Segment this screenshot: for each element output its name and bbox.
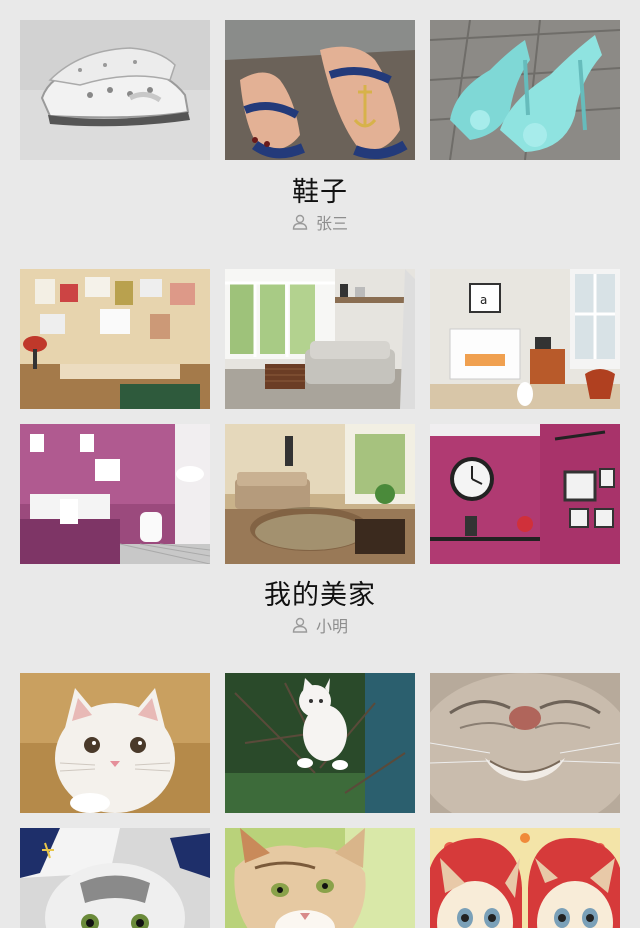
- album-card[interactable]: a 我的美家 小明: [0, 250, 640, 660]
- photo-thumbnail-living-room[interactable]: [225, 269, 415, 409]
- album-author[interactable]: 小明: [0, 613, 640, 637]
- album-feed: 鞋子 张三 a 我的美家 小明: [0, 0, 640, 928]
- photo-thumbnail-fireplace-room[interactable]: a: [430, 269, 620, 409]
- person-icon: [292, 214, 308, 230]
- photo-thumbnail-lounge[interactable]: [225, 424, 415, 564]
- album-title[interactable]: 鞋子: [0, 170, 640, 209]
- album-card[interactable]: 鞋子 张三: [0, 0, 640, 250]
- photo-thumbnail-sneakers[interactable]: [20, 20, 210, 160]
- photo-thumbnail-clock-wall[interactable]: [430, 424, 620, 564]
- svg-text:a: a: [480, 293, 487, 307]
- photo-thumbnail-cartoon-cats[interactable]: [430, 828, 620, 928]
- photo-thumbnail-cat-closeup[interactable]: [430, 673, 620, 813]
- photo-thumbnail-studio-room[interactable]: [20, 269, 210, 409]
- photo-thumbnail-sandals[interactable]: [225, 20, 415, 160]
- photo-thumbnail-tabby-kitten[interactable]: [225, 828, 415, 928]
- photo-thumbnail-sailor-kitten[interactable]: [20, 828, 210, 928]
- photo-thumbnail-kitten-branch[interactable]: [225, 673, 415, 813]
- person-icon: [292, 617, 308, 633]
- album-card[interactable]: [0, 660, 640, 928]
- album-title[interactable]: 我的美家: [0, 573, 640, 612]
- author-name: 小明: [315, 617, 348, 636]
- album-author[interactable]: 张三: [0, 210, 640, 234]
- photo-thumbnail-white-kitten[interactable]: [20, 673, 210, 813]
- author-name: 张三: [315, 214, 348, 233]
- photo-thumbnail-bathroom[interactable]: [20, 424, 210, 564]
- photo-thumbnail-heels[interactable]: [430, 20, 620, 160]
